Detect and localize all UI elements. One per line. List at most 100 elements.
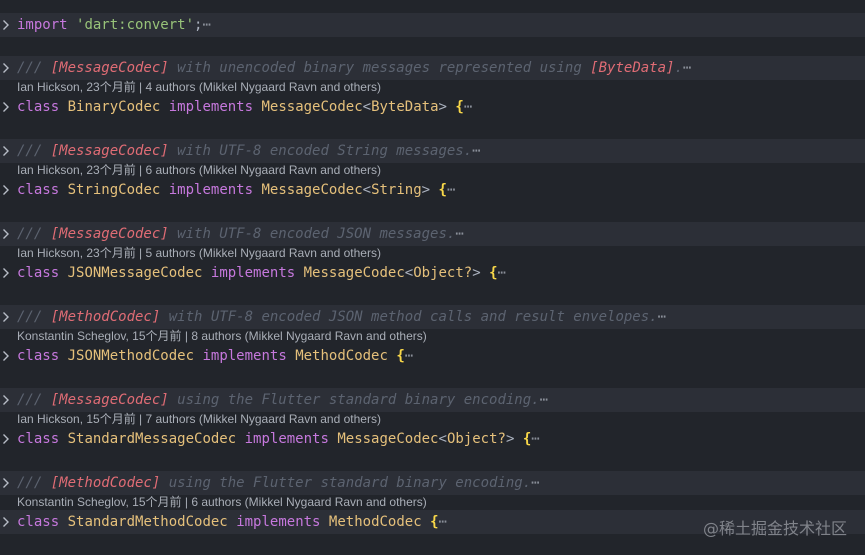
doc-comment-line[interactable]: /// [MessageCodec] using the Flutter sta… <box>0 388 865 412</box>
comment-tail: . <box>674 60 683 76</box>
class-keyword: class <box>17 431 60 447</box>
comment-reference: [MessageCodec] <box>50 143 169 159</box>
fold-ellipsis[interactable]: ⋯ <box>683 60 691 76</box>
comment-prefix: /// <box>17 226 51 242</box>
generic-type[interactable]: Object? <box>413 265 472 281</box>
implements-keyword: implements <box>244 431 329 447</box>
chevron-right-icon[interactable] <box>0 388 12 412</box>
implements-keyword: implements <box>202 348 287 364</box>
code-editor[interactable]: import 'dart:convert';⋯ /// [MessageCode… <box>0 0 865 555</box>
chevron-right-icon[interactable] <box>0 222 12 246</box>
git-blame-codelens[interactable]: Konstantin Scheglov, 15个月前 | 8 authors (… <box>17 327 427 345</box>
class-declaration-line[interactable]: class JSONMethodCodec implements MethodC… <box>0 344 865 368</box>
chevron-right-icon[interactable] <box>0 471 12 495</box>
class-name[interactable]: StringCodec <box>68 182 161 198</box>
fold-ellipsis[interactable]: ⋯ <box>658 309 666 325</box>
import-line[interactable]: import 'dart:convert';⋯ <box>0 13 865 37</box>
comment-prefix: /// <box>17 475 51 491</box>
generic-close: > <box>421 182 431 198</box>
class-declaration-line[interactable]: class StandardMessageCodec implements Me… <box>0 427 865 451</box>
generic-type[interactable]: String <box>371 182 422 198</box>
generic-close: > <box>472 265 481 281</box>
generic-type[interactable]: Object? <box>447 431 506 447</box>
import-string: 'dart:convert' <box>76 17 195 33</box>
open-brace: { <box>438 182 447 198</box>
open-brace: { <box>430 514 439 530</box>
comment-reference-2: [ByteData] <box>590 60 675 76</box>
interface-name[interactable]: MessageCodec <box>337 431 438 447</box>
chevron-right-icon[interactable] <box>0 56 12 80</box>
open-brace: { <box>455 99 464 115</box>
fold-ellipsis[interactable]: ⋯ <box>498 265 506 281</box>
class-name[interactable]: JSONMethodCodec <box>68 348 194 364</box>
git-blame-codelens[interactable]: Konstantin Scheglov, 15个月前 | 6 authors (… <box>17 493 427 511</box>
chevron-right-icon[interactable] <box>0 510 12 534</box>
doc-comment-line[interactable]: /// [MessageCodec] with UTF-8 encoded St… <box>0 139 865 163</box>
comment-reference: [MethodCodec] <box>50 309 161 325</box>
doc-comment-line[interactable]: /// [MessageCodec] with UTF-8 encoded JS… <box>0 222 865 246</box>
git-blame-codelens[interactable]: Ian Hickson, 23个月前 | 6 authors (Mikkel N… <box>17 161 381 179</box>
comment-prefix: /// <box>17 309 51 325</box>
comment-reference: [MessageCodec] <box>50 60 169 76</box>
chevron-right-icon[interactable] <box>0 261 12 285</box>
fold-ellipsis[interactable]: ⋯ <box>540 392 548 408</box>
generic-open: < <box>404 265 414 281</box>
fold-ellipsis[interactable]: ⋯ <box>202 17 210 33</box>
generic-close: > <box>505 431 515 447</box>
comment-reference: [MethodCodec] <box>50 475 161 491</box>
class-keyword: class <box>17 348 60 364</box>
comment-prefix: /// <box>17 143 51 159</box>
comment-text: with unencoded binary messages represent… <box>168 60 591 76</box>
doc-comment-line[interactable]: /// [MethodCodec] with UTF-8 encoded JSO… <box>0 305 865 329</box>
class-declaration-line[interactable]: class StringCodec implements MessageCode… <box>0 178 865 202</box>
open-brace: { <box>489 265 498 281</box>
generic-close: > <box>438 99 447 115</box>
interface-name[interactable]: MessageCodec <box>261 182 362 198</box>
fold-ellipsis[interactable]: ⋯ <box>531 431 539 447</box>
class-keyword: class <box>17 514 60 530</box>
import-keyword: import <box>17 17 68 33</box>
implements-keyword: implements <box>236 514 321 530</box>
class-name[interactable]: StandardMessageCodec <box>68 431 237 447</box>
class-declaration-line[interactable]: class BinaryCodec implements MessageCode… <box>0 95 865 119</box>
comment-reference: [MessageCodec] <box>50 392 169 408</box>
generic-open: < <box>362 99 372 115</box>
chevron-right-icon[interactable] <box>0 305 12 329</box>
class-keyword: class <box>17 182 60 198</box>
chevron-right-icon[interactable] <box>0 139 12 163</box>
fold-ellipsis[interactable]: ⋯ <box>439 514 447 530</box>
class-keyword: class <box>17 99 60 115</box>
fold-ellipsis[interactable]: ⋯ <box>531 475 539 491</box>
chevron-right-icon[interactable] <box>0 344 12 368</box>
comment-prefix: /// <box>17 60 51 76</box>
class-name[interactable]: StandardMethodCodec <box>68 514 228 530</box>
fold-ellipsis[interactable]: ⋯ <box>472 143 480 159</box>
class-name[interactable]: JSONMessageCodec <box>68 265 203 281</box>
fold-ellipsis[interactable]: ⋯ <box>455 226 463 242</box>
implements-keyword: implements <box>168 99 254 115</box>
chevron-right-icon[interactable] <box>0 427 12 451</box>
fold-ellipsis[interactable]: ⋯ <box>464 99 472 115</box>
interface-name[interactable]: MessageCodec <box>304 265 405 281</box>
class-name[interactable]: BinaryCodec <box>68 99 161 115</box>
generic-open: < <box>438 431 447 447</box>
fold-ellipsis[interactable]: ⋯ <box>447 182 455 198</box>
class-declaration-line[interactable]: class JSONMessageCodec implements Messag… <box>0 261 865 285</box>
git-blame-codelens[interactable]: Ian Hickson, 15个月前 | 7 authors (Mikkel N… <box>17 410 381 428</box>
fold-ellipsis[interactable]: ⋯ <box>405 348 413 364</box>
comment-text: using the Flutter standard binary encodi… <box>160 475 532 491</box>
interface-name[interactable]: MethodCodec <box>329 514 422 530</box>
chevron-right-icon[interactable] <box>0 13 12 37</box>
watermark: @稀土掘金技术社区 <box>702 519 847 538</box>
git-blame-codelens[interactable]: Ian Hickson, 23个月前 | 4 authors (Mikkel N… <box>17 78 381 96</box>
generic-type[interactable]: ByteData <box>371 99 438 115</box>
chevron-right-icon[interactable] <box>0 178 12 202</box>
chevron-right-icon[interactable] <box>0 95 12 119</box>
open-brace: { <box>396 348 405 364</box>
interface-name[interactable]: MessageCodec <box>261 99 362 115</box>
git-blame-codelens[interactable]: Ian Hickson, 23个月前 | 5 authors (Mikkel N… <box>17 244 381 262</box>
comment-text: using the Flutter standard binary encodi… <box>168 392 540 408</box>
doc-comment-line[interactable]: /// [MethodCodec] using the Flutter stan… <box>0 471 865 495</box>
doc-comment-line[interactable]: /// [MessageCodec] with unencoded binary… <box>0 56 865 80</box>
interface-name[interactable]: MethodCodec <box>295 348 388 364</box>
